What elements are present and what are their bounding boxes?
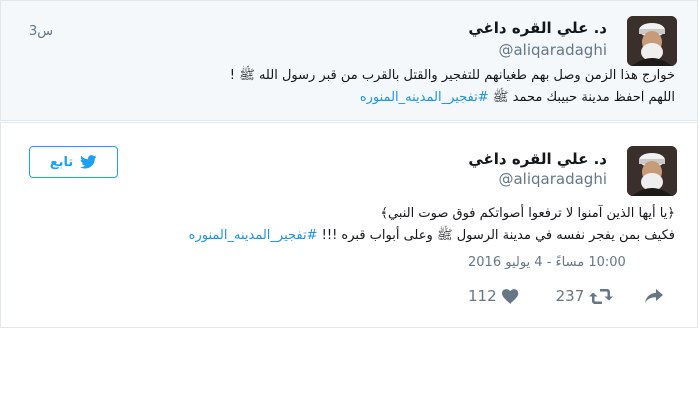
tweet-text-segment: اللهم احفظ مدينة حبيبك محمد ﷺ bbox=[492, 90, 675, 105]
tweet-main: د. علي القره داغي @aliqaradaghi تابع ﴿يا… bbox=[0, 122, 698, 328]
reply-button[interactable] bbox=[645, 289, 664, 303]
tweet-text-line: ﴿يا أيها الذين آمنوا لا ترفعوا أصواتكم ف… bbox=[380, 206, 675, 221]
author-handle[interactable]: @aliqaradaghi bbox=[498, 170, 607, 188]
tweet-text-segment: فكيف بمن يفجر نفسه في مدينة الرسول ﷺ وعل… bbox=[321, 228, 675, 243]
author-name[interactable]: د. علي القره داغي bbox=[468, 19, 607, 37]
tweet-highlighted[interactable]: د. علي القره داغي @aliqaradaghi 3س خوارج… bbox=[0, 0, 698, 121]
tweet-datetime[interactable]: 10:00 مساءً - 4 يوليو 2016 bbox=[468, 255, 626, 270]
avatar[interactable] bbox=[627, 16, 677, 66]
like-button[interactable]: 112 bbox=[468, 287, 519, 305]
author-handle[interactable]: @aliqaradaghi bbox=[498, 41, 607, 59]
tweet-time[interactable]: 3س bbox=[29, 24, 53, 39]
retweet-button[interactable]: 237 bbox=[556, 287, 614, 305]
heart-icon bbox=[501, 288, 518, 304]
follow-button[interactable]: تابع bbox=[29, 146, 118, 178]
avatar[interactable] bbox=[627, 146, 677, 196]
tweet-text-line: اللهم احفظ مدينة حبيبك محمد ﷺ #تفجير_الم… bbox=[230, 87, 675, 109]
tweet-actions: 112 237 bbox=[468, 287, 664, 305]
tweet-text: خوارج هذا الزمن وصل بهم طغيانهم للتفجير … bbox=[230, 65, 675, 109]
reply-icon bbox=[645, 289, 664, 303]
hashtag-link[interactable]: #تفجير_المدينه_المنوره bbox=[360, 90, 489, 105]
hashtag-link[interactable]: #تفجير_المدينه_المنوره bbox=[189, 228, 318, 243]
retweet-icon bbox=[589, 288, 614, 304]
retweet-count: 237 bbox=[555, 287, 585, 305]
like-count: 112 bbox=[468, 287, 497, 305]
tweet-text-line: فكيف بمن يفجر نفسه في مدينة الرسول ﷺ وعل… bbox=[189, 225, 675, 247]
follow-label: تابع bbox=[49, 154, 74, 170]
tweet-text-line: خوارج هذا الزمن وصل بهم طغيانهم للتفجير … bbox=[229, 68, 675, 83]
tweet-text: ﴿يا أيها الذين آمنوا لا ترفعوا أصواتكم ف… bbox=[189, 203, 675, 247]
twitter-bird-icon bbox=[80, 155, 97, 169]
author-name[interactable]: د. علي القره داغي bbox=[468, 150, 607, 168]
